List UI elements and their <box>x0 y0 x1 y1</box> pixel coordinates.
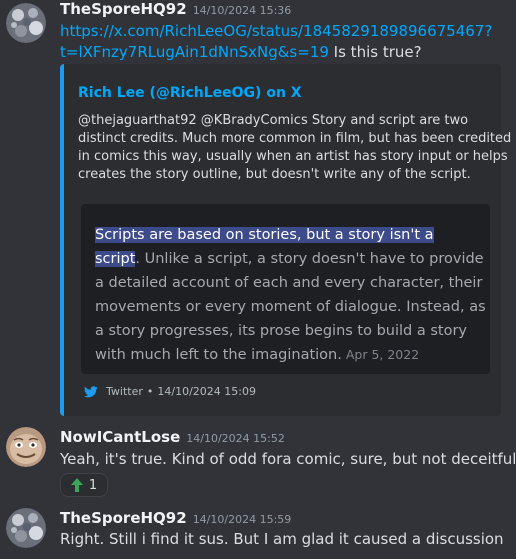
message-text: Right. Still i find it sus. But I am gla… <box>60 530 504 548</box>
embed-desc-line: distinct credits. Much more common in fi… <box>78 131 512 146</box>
quote-line: a detailed account of each and every cha… <box>95 275 483 291</box>
troll-face-avatar-icon <box>6 427 46 467</box>
embed-desc-line: @thejaguarthat92 @KBradyComics Story and… <box>78 113 469 128</box>
quote-line: with much left to the imagination. <box>95 347 342 363</box>
embed-image[interactable]: Scripts are based on stories, but a stor… <box>81 204 490 374</box>
embed-author[interactable]: Rich Lee (@RichLeeOG) on X <box>78 85 302 101</box>
quote-line: a story progresses, its prose begins to … <box>95 323 468 339</box>
embed-description: @thejaguarthat92 @KBradyComics Story and… <box>78 112 512 184</box>
embed-desc-line: in comics this way, usually when an arti… <box>78 149 508 164</box>
avatar[interactable] <box>6 427 46 467</box>
footer-separator: • <box>146 385 154 398</box>
username[interactable]: NowICantLose <box>60 428 180 446</box>
username[interactable]: TheSporeHQ92 <box>60 509 187 527</box>
twitter-bird-icon <box>84 385 98 397</box>
avatar[interactable] <box>6 3 46 43</box>
spore-avatar-icon <box>6 3 46 43</box>
timestamp: 14/10/2024 15:36 <box>192 4 292 17</box>
reaction-count: 1 <box>88 477 98 493</box>
message-text: Yeah, it's true. Kind of odd fora comic,… <box>60 450 516 468</box>
tweet-link-cont[interactable]: t=lXFnzy7RLugAin1dNnSxNg&s=19 <box>60 43 329 61</box>
footer-source: Twitter <box>106 385 143 398</box>
reaction-button[interactable]: 1 <box>60 473 108 497</box>
quote-date: Apr 5, 2022 <box>345 347 420 362</box>
embed-desc-line: creates the story outline, but doesn't w… <box>78 167 471 182</box>
avatar[interactable] <box>6 508 46 548</box>
message-text: Is this true? <box>328 43 422 61</box>
highlighted-text: Scripts are based on stories, but a stor… <box>95 227 434 243</box>
highlighted-text: script <box>95 251 136 267</box>
tweet-link[interactable]: https://x.com/RichLeeOG/status/184582918… <box>60 22 492 40</box>
quoted-text: Scripts are based on stories, but a stor… <box>95 223 486 367</box>
footer-timestamp: 14/10/2024 15:09 <box>157 385 256 398</box>
link-embed: Rich Lee (@RichLeeOG) on X @thejaguartha… <box>60 64 512 416</box>
quote-line: movements or every moment of dialogue. I… <box>95 299 486 315</box>
up-arrow-icon <box>70 478 83 492</box>
timestamp: 14/10/2024 15:59 <box>192 513 292 526</box>
embed-footer: Twitter • 14/10/2024 15:09 <box>84 385 256 398</box>
quote-text: . Unlike a script, a story doesn't have … <box>135 251 484 267</box>
timestamp: 14/10/2024 15:52 <box>186 432 285 445</box>
username[interactable]: TheSporeHQ92 <box>60 0 187 18</box>
spore-avatar-icon <box>6 508 46 548</box>
